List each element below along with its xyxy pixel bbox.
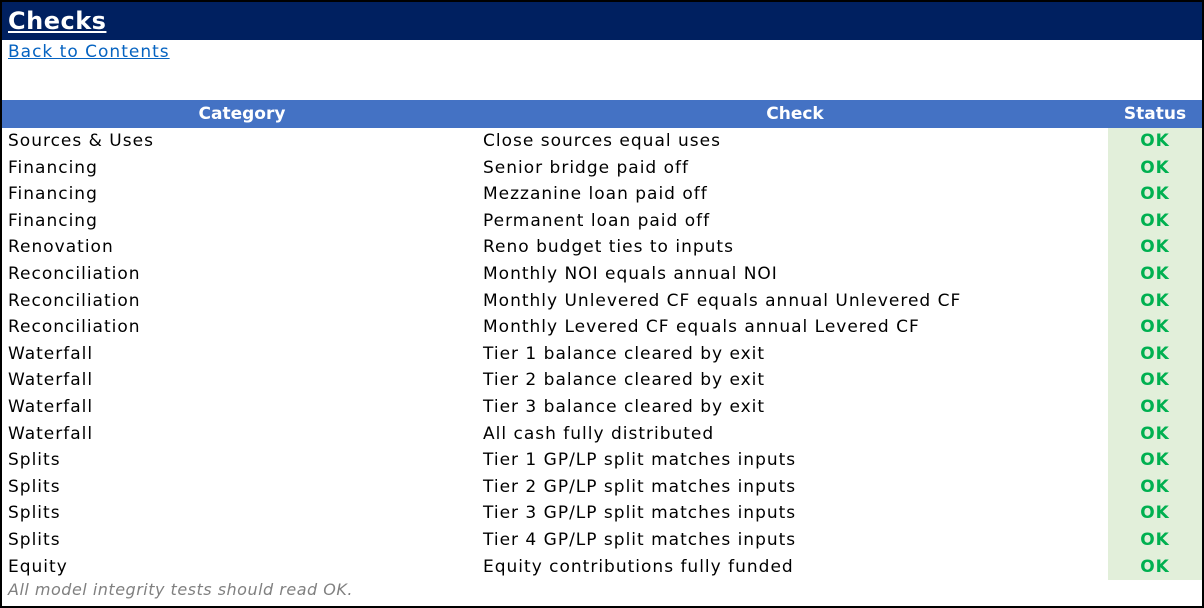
footnote: All model integrity tests should read OK… [8, 580, 353, 599]
category-cell[interactable]: Splits [8, 500, 61, 527]
check-cell[interactable]: Tier 3 balance cleared by exit [483, 394, 765, 421]
category-cell[interactable]: Waterfall [8, 341, 93, 368]
column-header-category: Category [198, 104, 286, 124]
checks-sheet: Checks Back to Contents Category Check S… [0, 0, 1204, 608]
category-cell[interactable]: Waterfall [8, 421, 93, 448]
category-cell[interactable]: Splits [8, 527, 61, 554]
check-cell[interactable]: Monthly Unlevered CF equals annual Unlev… [483, 288, 961, 315]
table-row: Sources & Uses Close sources equal uses OK [2, 128, 1202, 155]
column-header-check: Check [766, 104, 824, 124]
status-cell[interactable]: OK [1108, 420, 1202, 448]
status-cell[interactable]: OK [1108, 234, 1202, 261]
back-to-contents-link[interactable]: Back to Contents [8, 42, 170, 62]
page-title: Checks [2, 2, 1202, 40]
status-cell[interactable]: OK [1108, 154, 1202, 182]
table-row: Reconciliation Monthly Unlevered CF equal… [2, 287, 1202, 315]
category-cell[interactable]: Splits [8, 474, 61, 501]
check-cell[interactable]: Equity contributions fully funded [483, 554, 794, 581]
table-row: Waterfall Tier 2 balance cleared by exit O… [2, 367, 1202, 394]
table-row: Financing Mezzanine loan paid off OK [2, 181, 1202, 208]
column-header-status: Status [1123, 104, 1187, 124]
table-row: Waterfall Tier 3 balance cleared by exit O… [2, 393, 1202, 421]
category-cell[interactable]: Financing [8, 155, 98, 182]
status-cell[interactable]: OK [1108, 128, 1202, 155]
check-cell[interactable]: Senior bridge paid off [483, 155, 689, 182]
category-cell[interactable]: Equity [8, 554, 68, 581]
table-row: Splits Tier 1 GP/LP split matches inputs O… [2, 447, 1202, 474]
category-cell[interactable]: Renovation [8, 234, 114, 261]
status-cell[interactable]: OK [1108, 287, 1202, 315]
table-header: Category Check Status [2, 100, 1202, 128]
status-cell[interactable]: OK [1108, 473, 1202, 501]
table-row: Equity Equity contributions fully funded O… [2, 553, 1202, 581]
check-cell[interactable]: Tier 1 GP/LP split matches inputs [483, 447, 796, 474]
table-row: Reconciliation Monthly NOI equals annual … [2, 260, 1202, 288]
category-cell[interactable]: Financing [8, 181, 98, 208]
category-cell[interactable]: Waterfall [8, 367, 93, 394]
status-cell[interactable]: OK [1108, 260, 1202, 288]
table-row: Splits Tier 2 GP/LP split matches inputs O… [2, 473, 1202, 501]
check-cell[interactable]: Permanent loan paid off [483, 208, 710, 235]
check-cell[interactable]: Reno budget ties to inputs [483, 234, 734, 261]
check-cell[interactable]: Tier 1 balance cleared by exit [483, 341, 765, 368]
table-row: Splits Tier 4 GP/LP split matches inputs O… [2, 526, 1202, 554]
check-cell[interactable]: Monthly Levered CF equals annual Levered… [483, 314, 920, 341]
table-row: Splits Tier 3 GP/LP split matches inputs O… [2, 500, 1202, 527]
status-cell[interactable]: OK [1108, 447, 1202, 474]
category-cell[interactable]: Splits [8, 447, 61, 474]
check-cell[interactable]: Tier 3 GP/LP split matches inputs [483, 500, 796, 527]
category-cell[interactable]: Reconciliation [8, 261, 141, 288]
check-cell[interactable]: Monthly NOI equals annual NOI [483, 261, 778, 288]
status-cell[interactable]: OK [1108, 314, 1202, 341]
check-cell[interactable]: Tier 2 balance cleared by exit [483, 367, 765, 394]
check-cell[interactable]: Tier 4 GP/LP split matches inputs [483, 527, 796, 554]
table-row: Financing Senior bridge paid off OK [2, 154, 1202, 182]
check-cell[interactable]: Mezzanine loan paid off [483, 181, 708, 208]
table-row: Financing Permanent loan paid off OK [2, 207, 1202, 235]
check-cell[interactable]: Close sources equal uses [483, 128, 721, 155]
table-row: Reconciliation Monthly Levered CF equals … [2, 314, 1202, 341]
checks-table-body: Sources & Uses Close sources equal uses OK… [2, 128, 1202, 581]
table-row: Renovation Reno budget ties to inputs OK [2, 234, 1202, 261]
status-cell[interactable]: OK [1108, 367, 1202, 394]
status-cell[interactable]: OK [1108, 207, 1202, 235]
category-cell[interactable]: Reconciliation [8, 288, 141, 315]
check-cell[interactable]: Tier 2 GP/LP split matches inputs [483, 474, 796, 501]
status-cell[interactable]: OK [1108, 181, 1202, 208]
status-cell[interactable]: OK [1108, 500, 1202, 527]
check-cell[interactable]: All cash fully distributed [483, 421, 714, 448]
status-cell[interactable]: OK [1108, 553, 1202, 581]
table-row: Waterfall Tier 1 balance cleared by exit O… [2, 340, 1202, 368]
status-cell[interactable]: OK [1108, 393, 1202, 421]
category-cell[interactable]: Waterfall [8, 394, 93, 421]
category-cell[interactable]: Financing [8, 208, 98, 235]
category-cell[interactable]: Sources & Uses [8, 128, 154, 155]
category-cell[interactable]: Reconciliation [8, 314, 141, 341]
status-cell[interactable]: OK [1108, 340, 1202, 368]
status-cell[interactable]: OK [1108, 526, 1202, 554]
table-row: Waterfall All cash fully distributed OK [2, 420, 1202, 448]
